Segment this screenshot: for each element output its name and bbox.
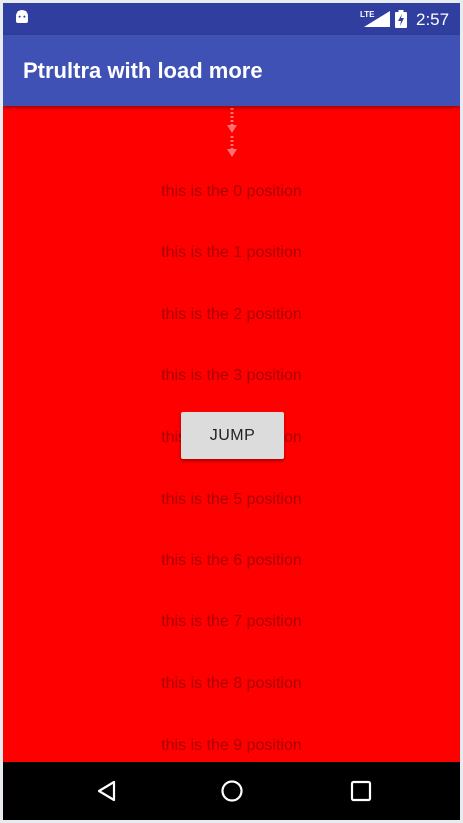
list-item[interactable]: this is the 0 position — [3, 172, 460, 212]
pull-down-arrows-icon — [227, 108, 237, 157]
lte-signal-icon: LTE — [360, 10, 390, 27]
svg-text:LTE: LTE — [360, 10, 375, 19]
list-item[interactable]: this is the 7 position — [3, 602, 460, 642]
back-icon[interactable] — [95, 779, 119, 803]
jump-button[interactable]: JUMP — [181, 412, 284, 459]
list-item[interactable]: this is the 2 position — [3, 295, 460, 335]
list-item[interactable]: this is the 8 position — [3, 664, 460, 704]
list-item[interactable]: this is the 6 position — [3, 541, 460, 581]
app-toolbar: Ptrultra with load more — [3, 35, 460, 106]
list-item[interactable]: this is the 3 position — [3, 356, 460, 396]
android-icon — [16, 10, 28, 23]
recents-icon[interactable] — [349, 779, 373, 803]
status-bar: LTE 2:57 — [3, 3, 460, 35]
list-item[interactable]: this is the 5 position — [3, 480, 460, 520]
list-item[interactable]: this is the 9 position — [3, 726, 460, 762]
list-item[interactable]: this is the 1 position — [3, 233, 460, 273]
battery-charging-icon — [395, 10, 407, 28]
pull-to-refresh-list[interactable]: this is the 0 position this is the 1 pos… — [3, 106, 460, 762]
navigation-bar — [3, 762, 460, 820]
phone-screen: LTE 2:57 Ptrultra with load more this is… — [3, 3, 460, 820]
page-title: Ptrultra with load more — [23, 58, 263, 83]
home-icon[interactable] — [220, 779, 244, 803]
status-clock: 2:57 — [416, 10, 450, 29]
